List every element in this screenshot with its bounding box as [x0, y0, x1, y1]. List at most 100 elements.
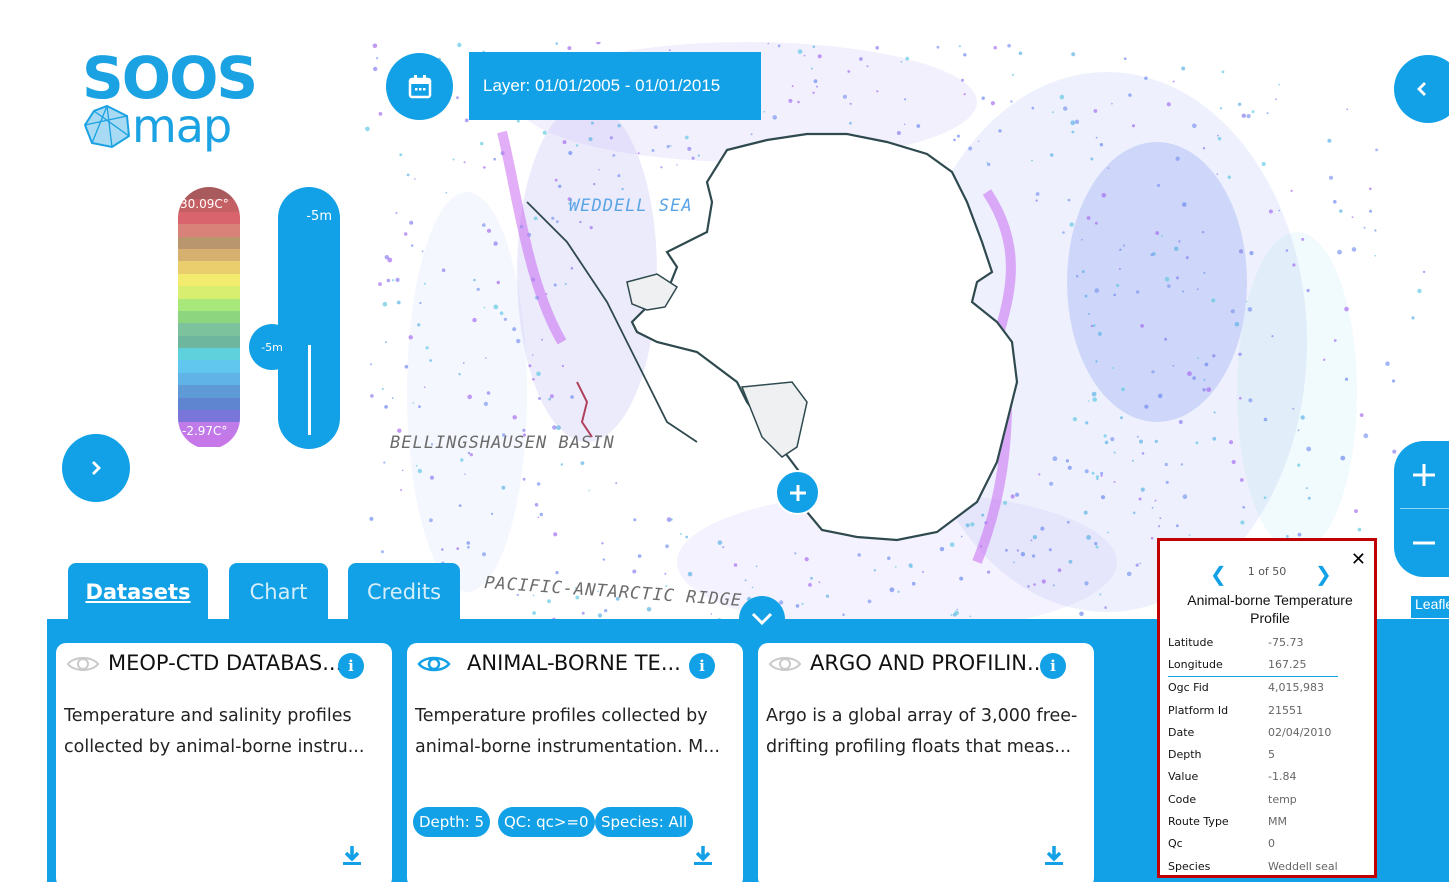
zoom-out-button[interactable] — [1394, 509, 1449, 576]
popup-key: Longitude — [1168, 657, 1223, 671]
chevron-down-icon — [751, 612, 773, 626]
popup-title: Animal-borne Temperature Profile — [1187, 592, 1353, 626]
popup-value: 5 — [1268, 748, 1275, 762]
legend-color-segment — [178, 360, 240, 373]
popup-key: Ogc Fid — [1168, 681, 1209, 695]
popup-value: 167.25 — [1268, 657, 1307, 671]
plus-icon — [789, 484, 806, 501]
card-description: Temperature profiles collected by animal… — [415, 706, 720, 757]
popup-row: Species Weddell seal — [1168, 855, 1338, 877]
calendar-icon — [408, 74, 431, 98]
add-point-button[interactable] — [775, 470, 820, 515]
map-label-bellingshausen: BELLINGSHAUSEN BASIN — [390, 433, 615, 453]
filter-chip-depth[interactable]: Depth: 5 — [413, 807, 491, 837]
eye-icon[interactable] — [66, 653, 100, 675]
dataset-card-meop[interactable]: MEOP-CTD DATABAS... i Temperature and sa… — [56, 643, 392, 888]
chevron-left-icon — [1417, 82, 1426, 96]
logo-text-bottom: map — [132, 99, 232, 153]
popup-key: Latitude — [1168, 635, 1214, 649]
tab-datasets[interactable]: Datasets — [68, 563, 208, 621]
download-icon[interactable] — [1044, 844, 1064, 866]
legend-color-segment — [178, 298, 240, 311]
popup-value: 4,015,983 — [1268, 681, 1324, 695]
popup-key: Code — [1168, 792, 1197, 806]
card-title: ANIMAL-BORNE TE... — [467, 651, 681, 675]
popup-row: Qc 0 — [1168, 833, 1338, 855]
download-icon[interactable] — [693, 844, 713, 866]
info-icon[interactable]: i — [1040, 653, 1066, 679]
legend-color-segment — [178, 335, 240, 349]
popup-row: Code temp — [1168, 788, 1338, 810]
logo-text-top: SOOS — [82, 44, 258, 112]
legend-color-segment — [178, 248, 240, 262]
popup-row: Latitude -75.73 — [1168, 631, 1338, 653]
chevron-right-icon — [92, 461, 101, 475]
card-description: Argo is a global array of 3,000 free-dri… — [766, 706, 1078, 757]
popup-row: Depth 5 — [1168, 743, 1338, 765]
depth-slider[interactable]: -5m — [278, 187, 340, 449]
legend-color-segment — [178, 348, 240, 361]
dataset-card-argo[interactable]: ARGO AND PROFILIN... i Argo is a global … — [758, 643, 1094, 888]
depth-top-label: -5m — [306, 209, 332, 224]
popup-pager: 1 of 50 — [1247, 565, 1287, 578]
globe-icon — [83, 104, 131, 149]
filter-chip-species[interactable]: Species: All — [595, 807, 694, 837]
layer-date-label[interactable]: Layer: 01/01/2005 - 01/01/2015 — [469, 52, 761, 120]
popup-key: Depth — [1168, 748, 1202, 762]
popup-value: Weddell seal — [1268, 859, 1338, 873]
eye-icon[interactable] — [768, 653, 802, 675]
popup-row: Value -1.84 — [1168, 766, 1338, 788]
next-feature-button[interactable]: ❯ — [1315, 562, 1332, 586]
collapse-panel-button[interactable] — [739, 596, 785, 642]
legend-color-segment — [178, 410, 240, 423]
popup-key: Route Type — [1168, 815, 1229, 829]
info-icon[interactable]: i — [338, 653, 364, 679]
legend-color-segment — [178, 310, 240, 324]
legend-color-segment — [178, 323, 240, 336]
legend-color-segment — [178, 385, 240, 398]
popup-row: Route Type MM — [1168, 810, 1338, 832]
zoom-control — [1394, 441, 1449, 577]
legend-color-segment — [178, 224, 240, 237]
depth-handle[interactable]: -5m — [249, 324, 295, 370]
legend-color-segment — [178, 211, 240, 225]
download-icon[interactable] — [342, 844, 362, 866]
minus-icon — [1413, 541, 1435, 544]
zoom-in-button[interactable] — [1394, 441, 1449, 508]
legend-color-segment — [178, 236, 240, 249]
filter-chip-qc[interactable]: QC: qc>=0 — [498, 807, 595, 837]
popup-value: temp — [1268, 792, 1297, 806]
popup-value: 21551 — [1268, 703, 1303, 717]
plus-icon — [1413, 463, 1435, 486]
expand-sidebar-button[interactable] — [62, 434, 130, 502]
legend-color-segment — [178, 273, 240, 287]
tab-credits[interactable]: Credits — [348, 563, 460, 621]
dataset-card-animal-borne[interactable]: ANIMAL-BORNE TE... i Temperature profile… — [407, 643, 743, 888]
feature-popup: ✕ ❮ 1 of 50 ❯ Animal-borne Temperature P… — [1157, 538, 1377, 878]
popup-key: Value — [1168, 770, 1199, 784]
popup-row: Ogc Fid 4,015,983 — [1168, 676, 1338, 699]
legend-max-label: 30.09C° — [180, 197, 229, 211]
eye-icon[interactable] — [417, 653, 451, 675]
popup-value: -1.84 — [1268, 770, 1297, 784]
calendar-button[interactable] — [386, 53, 453, 120]
legend-color-segment — [178, 397, 240, 411]
popup-row: Platform Id 21551 — [1168, 699, 1338, 721]
legend-color-segment — [178, 372, 240, 386]
popup-value: 0 — [1268, 837, 1275, 851]
map-label-weddell: WEDDELL SEA — [569, 196, 693, 216]
leaflet-attribution[interactable]: Leaflet — [1411, 596, 1449, 618]
popup-attributes: Latitude -75.73 Longitude 167.25 Ogc Fid 4,01… — [1168, 631, 1338, 877]
popup-value: MM — [1268, 815, 1287, 829]
card-title: ARGO AND PROFILIN... — [810, 651, 1048, 675]
depth-track[interactable] — [308, 345, 311, 435]
popup-row: Longitude 167.25 — [1168, 653, 1338, 677]
tab-chart[interactable]: Chart — [229, 563, 328, 621]
card-description: Temperature and salinity profiles collec… — [64, 706, 365, 757]
popup-row: Date 02/04/2010 — [1168, 721, 1338, 743]
temperature-legend — [178, 187, 240, 449]
popup-key: Qc — [1168, 837, 1183, 851]
popup-value: 02/04/2010 — [1268, 725, 1332, 739]
legend-min-label: -2.97C° — [182, 424, 228, 438]
info-icon[interactable]: i — [689, 653, 715, 679]
